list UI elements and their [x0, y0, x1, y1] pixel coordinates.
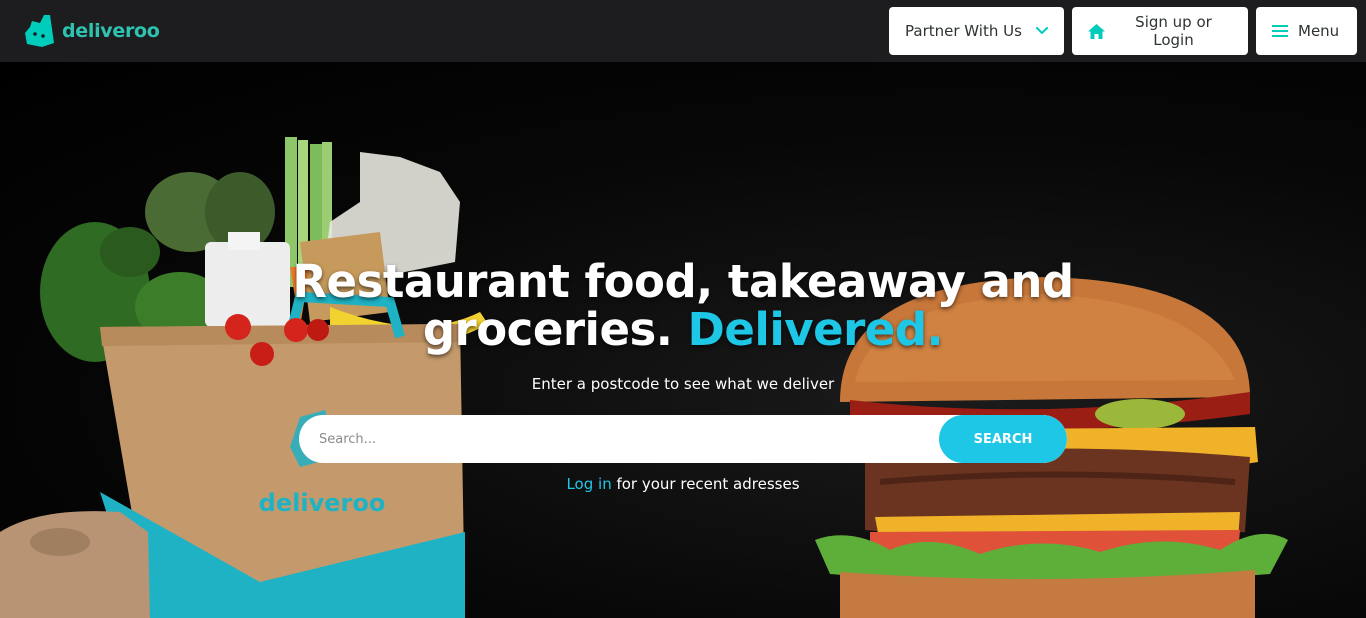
hero-headline: Restaurant food, takeaway and groceries.… [0, 258, 1366, 354]
partner-with-us-label: Partner With Us [905, 22, 1022, 40]
brand-logo-link[interactable]: deliveroo [24, 15, 160, 47]
sign-up-login-label: Sign up or Login [1135, 13, 1212, 49]
sign-up-login-button[interactable]: Sign up or Login [1072, 7, 1248, 55]
menu-button[interactable]: Menu [1256, 7, 1357, 55]
headline-accent: Delivered. [687, 303, 944, 356]
home-icon [1088, 23, 1105, 39]
nav-buttons: Partner With Us Sign up or Login Menu [889, 7, 1357, 55]
hamburger-icon [1272, 25, 1288, 37]
top-navbar: deliveroo Partner With Us Sign up or Log… [0, 0, 1366, 62]
postcode-search-form: SEARCH [299, 415, 1067, 463]
recent-addresses-label: for your recent adresses [611, 475, 800, 493]
hero-section: deliveroo Restaurant food, takeaway and [0, 62, 1366, 618]
partner-with-us-button[interactable]: Partner With Us [889, 7, 1064, 55]
recent-addresses-text: Log in for your recent adresses [0, 475, 1366, 493]
search-button[interactable]: SEARCH [939, 415, 1067, 463]
headline-line-2: groceries. [422, 303, 673, 356]
menu-label: Menu [1298, 22, 1340, 40]
brand-name: deliveroo [62, 20, 160, 42]
log-in-link[interactable]: Log in [566, 475, 611, 493]
chevron-down-icon [1036, 27, 1048, 35]
bag-brand-text: deliveroo [259, 489, 386, 517]
headline-line-1: Restaurant food, takeaway and [292, 255, 1074, 308]
postcode-search-input[interactable] [299, 415, 939, 463]
hero-subline: Enter a postcode to see what we deliver [531, 375, 835, 393]
kangaroo-logo-icon [25, 15, 54, 47]
